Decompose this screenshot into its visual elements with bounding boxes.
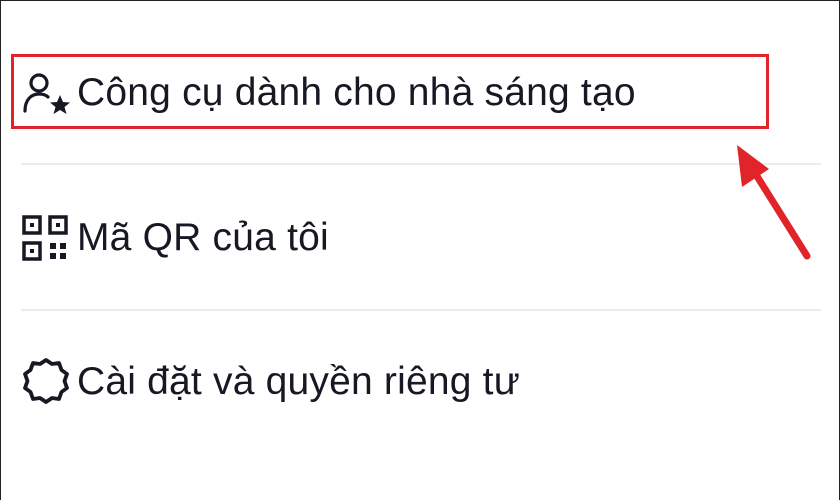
menu-item-settings-privacy[interactable]: Cài đặt và quyền riêng tư — [21, 352, 520, 412]
menu-item-my-qr-code[interactable]: Mã QR của tôi — [21, 208, 329, 268]
divider — [21, 309, 821, 311]
red-arrow-annotation — [737, 145, 811, 260]
menu-screen: Công cụ dành cho nhà sáng tạo Mã QR của … — [0, 0, 840, 500]
divider — [21, 163, 821, 165]
menu-item-label: Công cụ dành cho nhà sáng tạo — [77, 71, 636, 114]
gear-icon — [21, 358, 77, 406]
menu-item-label: Cài đặt và quyền riêng tư — [77, 360, 521, 403]
menu-item-creator-tools[interactable]: Công cụ dành cho nhà sáng tạo — [21, 63, 636, 123]
qr-code-icon — [21, 214, 77, 262]
creator-star-icon — [21, 69, 77, 117]
menu-item-label: Mã QR của tôi — [77, 216, 329, 259]
